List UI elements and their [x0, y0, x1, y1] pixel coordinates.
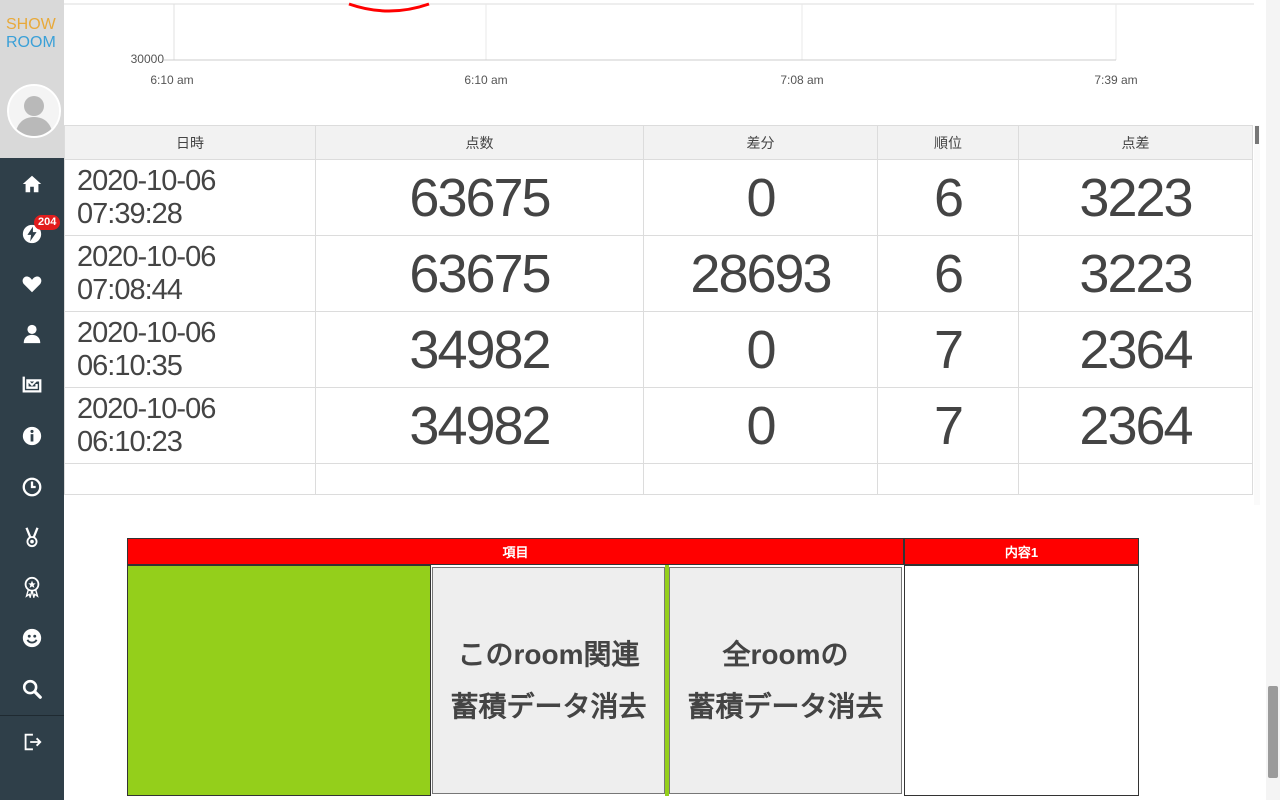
table-row: 2020-10-06 07:39:28 63675 0 6 3223: [64, 159, 1253, 236]
chart-svg: 30000 6:10 am 6:10 am 7:08 am 7:39 am: [64, 2, 1254, 87]
cell-gap: 3223: [1018, 235, 1253, 312]
notification-badge: 204: [34, 215, 61, 230]
cell-datetime: 2020-10-06 07:08:44: [64, 235, 316, 312]
green-cell: [127, 565, 431, 796]
cell-score: 63675: [315, 235, 644, 312]
logo-line2: ROOM: [6, 34, 56, 51]
table-scrollbar-thumb[interactable]: [1255, 126, 1259, 144]
avatar[interactable]: [7, 84, 61, 138]
avatar-silhouette-icon: [9, 86, 59, 136]
header-content: 内容1: [904, 538, 1139, 565]
col-header-rank: 順位: [877, 125, 1019, 160]
score-table: 日時 点数 差分 順位 点差 2020-10-06 07:39:28 63675…: [64, 125, 1253, 495]
cell-empty: [64, 463, 316, 495]
cell-datetime: 2020-10-06 06:10:23: [64, 387, 316, 464]
cell-rank: 7: [877, 387, 1019, 464]
cell-gap: 2364: [1018, 311, 1253, 388]
cell-empty: [643, 463, 878, 495]
clear-room-label-line1: このroom関連: [457, 638, 640, 670]
clear-room-label: このroom関連 蓄積データ消去: [450, 629, 646, 733]
cell-diff: 0: [643, 311, 878, 388]
mail-icon: [22, 376, 42, 393]
clear-all-label-line1: 全roomの: [722, 638, 849, 670]
cell-empty: [1018, 463, 1253, 495]
clear-room-label-line2: 蓄積データ消去: [450, 690, 647, 722]
showroom-logo[interactable]: SHOW ROOM: [6, 16, 60, 52]
clock-icon: [22, 477, 42, 497]
sidebar-divider: [0, 715, 64, 716]
nav-search[interactable]: [0, 665, 64, 713]
cell-rank: 6: [877, 235, 1019, 312]
logout-icon: [24, 733, 42, 751]
nav-fans[interactable]: [0, 614, 64, 662]
col-header-diff: 差分: [643, 125, 878, 160]
nav-ranking[interactable]: [0, 513, 64, 561]
logo-line1: SHOW: [6, 16, 56, 33]
table-row: 2020-10-06 06:10:23 34982 0 7 2364: [64, 387, 1253, 464]
nav-profile[interactable]: [0, 310, 64, 358]
score-chart: 30000 6:10 am 6:10 am 7:08 am 7:39 am: [64, 0, 1254, 125]
cell-gap: 3223: [1018, 159, 1253, 236]
col-header-score: 点数: [315, 125, 644, 160]
nav-home[interactable]: [0, 160, 64, 208]
score-table-container: 日時 点数 差分 順位 点差 2020-10-06 07:39:28 63675…: [64, 125, 1254, 503]
series-line-red: [348, 2, 430, 13]
cell-empty: [315, 463, 644, 495]
nav-favorites[interactable]: [0, 260, 64, 308]
cell-score: 63675: [315, 159, 644, 236]
person-icon: [23, 324, 41, 344]
nav-info[interactable]: [0, 412, 64, 460]
medal-icon: [25, 527, 39, 548]
nav-messages[interactable]: [0, 360, 64, 408]
info-icon: [22, 426, 42, 446]
award-icon: [24, 576, 40, 598]
cell-gap: 2364: [1018, 387, 1253, 464]
y-tick-label: 30000: [131, 52, 165, 66]
cell-diff: 28693: [643, 235, 878, 312]
x-tick-label-1: 6:10 am: [150, 73, 193, 87]
table-row: 2020-10-06 06:10:35 34982 0 7 2364: [64, 311, 1253, 388]
nav-events[interactable]: [0, 563, 64, 611]
home-icon: [22, 175, 42, 193]
clear-all-data-button[interactable]: 全roomの 蓄積データ消去: [669, 567, 902, 794]
page-scrollbar-thumb[interactable]: [1268, 686, 1278, 778]
table-row: 2020-10-06 07:08:44 63675 28693 6 3223: [64, 235, 1253, 312]
x-tick-label-2: 6:10 am: [464, 73, 507, 87]
heart-icon: [22, 276, 42, 293]
table-scrollbar[interactable]: [1254, 125, 1260, 505]
sidebar-top: SHOW ROOM: [0, 0, 64, 158]
cell-rank: 7: [877, 311, 1019, 388]
clear-room-data-button[interactable]: このroom関連 蓄積データ消去: [432, 567, 665, 794]
col-header-gap: 点差: [1018, 125, 1253, 160]
col-header-datetime: 日時: [64, 125, 316, 160]
sidebar: SHOW ROOM 204: [0, 0, 64, 800]
nav-logout[interactable]: [0, 718, 64, 766]
cell-score: 34982: [315, 311, 644, 388]
x-tick-label-4: 7:39 am: [1094, 73, 1137, 87]
data-control-panel: 項目 内容1 このroom関連 蓄積データ消去 全roomの 蓄積データ消去: [127, 538, 1139, 796]
table-row-empty: [64, 463, 1253, 495]
page-scrollbar[interactable]: [1266, 0, 1280, 800]
smiley-icon: [22, 628, 42, 648]
header-item: 項目: [127, 538, 904, 565]
content-cell: [904, 565, 1139, 796]
cell-diff: 0: [643, 387, 878, 464]
cell-rank: 6: [877, 159, 1019, 236]
nav-history[interactable]: [0, 463, 64, 511]
table-header-row: 日時 点数 差分 順位 点差: [64, 125, 1253, 160]
x-tick-label-3: 7:08 am: [780, 73, 823, 87]
clear-all-label-line2: 蓄積データ消去: [687, 690, 884, 722]
search-icon: [22, 679, 42, 699]
cell-diff: 0: [643, 159, 878, 236]
cell-empty: [877, 463, 1019, 495]
cell-datetime: 2020-10-06 06:10:35: [64, 311, 316, 388]
cell-datetime: 2020-10-06 07:39:28: [64, 159, 316, 236]
clear-all-label: 全roomの 蓄積データ消去: [687, 629, 883, 733]
cell-score: 34982: [315, 387, 644, 464]
